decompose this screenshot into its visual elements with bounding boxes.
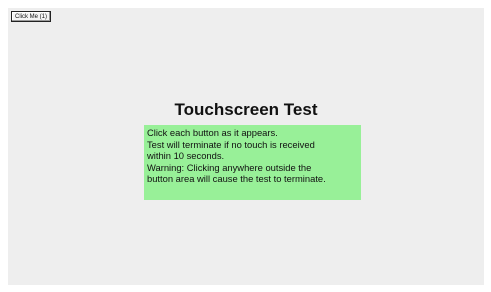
instruction-line: within 10 seconds. (147, 150, 225, 162)
instruction-line: Click each button as it appears. (147, 127, 278, 138)
page-title: Touchscreen Test (174, 100, 318, 119)
warning-line: button area will cause the test to termi… (147, 173, 326, 185)
instruction-line: Test will terminate if no touch is recei… (147, 138, 315, 150)
click-me-button[interactable]: Click Me (1) (11, 11, 52, 22)
warning-line: Warning: Clicking anywhere outside the (147, 161, 312, 173)
instructions-panel: Click each button as it appears. Test wi… (144, 125, 361, 200)
touchscreen-test-screen[interactable]: Click Me (1) Touchscreen Test Click each… (8, 8, 484, 285)
